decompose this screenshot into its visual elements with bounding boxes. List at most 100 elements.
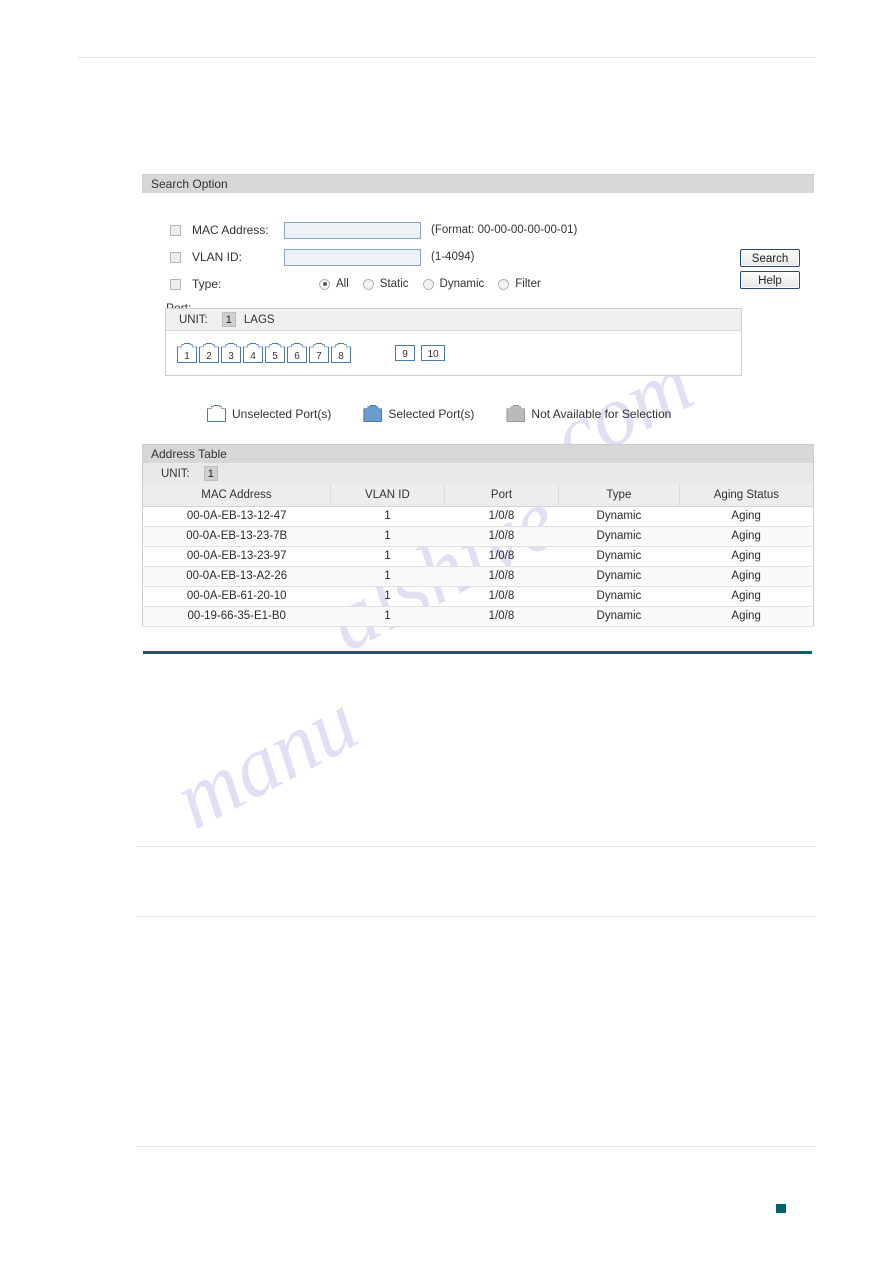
legend-unselected-label: Unselected Port(s): [232, 406, 332, 421]
port-10[interactable]: 10: [421, 345, 445, 361]
radio-static-icon[interactable]: [362, 278, 374, 290]
port-2[interactable]: 2: [199, 343, 219, 363]
cell-mac: 00-19-66-35-E1-B0: [142, 606, 331, 627]
mac-address-label: MAC Address:: [192, 223, 269, 237]
table-header-row: MAC Address VLAN ID Port Type Aging Stat…: [142, 484, 814, 507]
search-option-title: Search Option: [142, 174, 814, 193]
port-unit-value[interactable]: 1: [221, 312, 236, 327]
type-option-all-label: All: [336, 278, 349, 290]
section-divider: [143, 651, 812, 654]
cell-mac: 00-0A-EB-13-23-7B: [142, 526, 331, 547]
mac-address-input[interactable]: [284, 221, 421, 239]
table-row[interactable]: 00-0A-EB-13-A2-26 1 1/0/8 Dynamic Aging: [142, 566, 814, 587]
page-header-rule: [78, 57, 815, 58]
cell-vlan: 1: [330, 566, 445, 587]
radio-filter-icon[interactable]: [498, 278, 510, 290]
type-option-dynamic[interactable]: Dynamic: [422, 278, 484, 290]
cell-type: Dynamic: [558, 586, 680, 607]
port-lags-label[interactable]: LAGS: [244, 314, 275, 326]
table-row[interactable]: 00-19-66-35-E1-B0 1 1/0/8 Dynamic Aging: [142, 606, 814, 627]
cell-mac: 00-0A-EB-13-12-47: [142, 506, 331, 527]
column-header-port: Port: [444, 484, 560, 507]
mac-address-hint: (Format: 00-00-00-00-00-01): [431, 224, 578, 236]
column-header-vlan: VLAN ID: [330, 484, 445, 507]
vlan-id-hint: (1-4094): [431, 251, 475, 263]
search-button[interactable]: Search: [740, 249, 800, 267]
table-row[interactable]: 00-0A-EB-61-20-10 1 1/0/8 Dynamic Aging: [142, 586, 814, 607]
port-unit-label: UNIT:: [179, 313, 208, 326]
cell-aging: Aging: [679, 506, 814, 527]
unselected-port-icon: [207, 405, 226, 422]
port-9-label: 9: [402, 349, 408, 360]
port-8[interactable]: 8: [331, 343, 351, 363]
address-table-body: 00-0A-EB-13-12-47 1 1/0/8 Dynamic Aging …: [142, 506, 814, 627]
type-option-all[interactable]: All: [319, 278, 349, 290]
type-checkbox[interactable]: [170, 278, 181, 290]
type-option-filter[interactable]: Filter: [498, 278, 541, 290]
port-2-label: 2: [206, 351, 212, 362]
type-option-filter-label: Filter: [515, 278, 541, 290]
selected-port-icon: [363, 405, 383, 422]
type-radio-group: All Static Dynamic Filter: [319, 278, 555, 290]
rj45-port-group: 1 2 3 4 5 6 7 8: [177, 343, 353, 363]
legend-selected: Selected Port(s): [363, 405, 474, 422]
port-7-label: 7: [316, 351, 322, 362]
column-header-type: Type: [558, 484, 680, 507]
table-row[interactable]: 00-0A-EB-13-23-7B 1 1/0/8 Dynamic Aging: [142, 526, 814, 547]
port-3-label: 3: [228, 351, 234, 362]
type-option-static[interactable]: Static: [362, 278, 409, 290]
cell-type: Dynamic: [558, 606, 680, 627]
cell-mac: 00-0A-EB-13-23-97: [142, 546, 331, 567]
mac-address-row: MAC Address: (Format: 00-00-00-00-00-01): [170, 221, 577, 239]
cell-vlan: 1: [330, 506, 445, 527]
address-unit-value[interactable]: 1: [203, 466, 218, 481]
legend-unavailable-label: Not Available for Selection: [531, 406, 672, 421]
port-6[interactable]: 6: [287, 343, 307, 363]
port-unit-bar: UNIT: 1 LAGS: [166, 309, 741, 331]
mac-address-checkbox[interactable]: [170, 224, 181, 236]
cell-port: 1/0/8: [444, 586, 559, 607]
port-5[interactable]: 5: [265, 343, 285, 363]
table-row[interactable]: 00-0A-EB-13-12-47 1 1/0/8 Dynamic Aging: [142, 506, 814, 527]
page-body-rule-2: [136, 916, 815, 917]
column-header-aging: Aging Status: [679, 484, 814, 507]
port-3[interactable]: 3: [221, 343, 241, 363]
vlan-id-row: VLAN ID: (1-4094): [170, 248, 474, 266]
search-option-body: MAC Address: (Format: 00-00-00-00-00-01)…: [142, 193, 814, 321]
cell-aging: Aging: [679, 546, 814, 567]
table-row[interactable]: 00-0A-EB-13-23-97 1 1/0/8 Dynamic Aging: [142, 546, 814, 567]
help-button[interactable]: Help: [740, 271, 800, 289]
port-legend: Unselected Port(s) Selected Port(s) Not …: [207, 405, 703, 422]
port-6-label: 6: [294, 351, 300, 362]
cell-port: 1/0/8: [444, 526, 559, 547]
port-grid: 1 2 3 4 5 6 7 8 9 10: [166, 331, 741, 375]
legend-unselected: Unselected Port(s): [207, 405, 331, 422]
cell-vlan: 1: [330, 526, 445, 547]
unavailable-port-icon: [506, 405, 526, 422]
legend-selected-label: Selected Port(s): [388, 406, 475, 421]
port-1[interactable]: 1: [177, 343, 197, 363]
radio-dynamic-icon[interactable]: [422, 278, 434, 290]
column-header-mac: MAC Address: [142, 484, 331, 507]
port-selector: UNIT: 1 LAGS 1 2 3 4 5 6 7 8 9 10: [165, 308, 742, 376]
port-1-label: 1: [184, 351, 190, 362]
cell-type: Dynamic: [558, 526, 680, 547]
cell-mac: 00-0A-EB-13-A2-26: [142, 566, 331, 587]
vlan-id-checkbox[interactable]: [170, 251, 181, 263]
cell-aging: Aging: [679, 526, 814, 547]
port-4[interactable]: 4: [243, 343, 263, 363]
type-row: Type: All Static Dynamic Filter: [170, 275, 555, 293]
cell-vlan: 1: [330, 546, 445, 567]
vlan-id-label: VLAN ID:: [192, 250, 243, 264]
address-table-title: Address Table: [142, 444, 814, 463]
radio-all-icon[interactable]: [319, 278, 330, 290]
cell-type: Dynamic: [558, 546, 680, 567]
port-7[interactable]: 7: [309, 343, 329, 363]
port-9[interactable]: 9: [395, 345, 415, 361]
search-option-panel: Search Option MAC Address: (Format: 00-0…: [142, 174, 814, 321]
vlan-id-input[interactable]: [284, 248, 421, 266]
cell-vlan: 1: [330, 586, 445, 607]
address-table: MAC Address VLAN ID Port Type Aging Stat…: [142, 484, 814, 627]
address-unit-label: UNIT:: [161, 467, 190, 480]
watermark-line-3: manu: [158, 672, 373, 848]
